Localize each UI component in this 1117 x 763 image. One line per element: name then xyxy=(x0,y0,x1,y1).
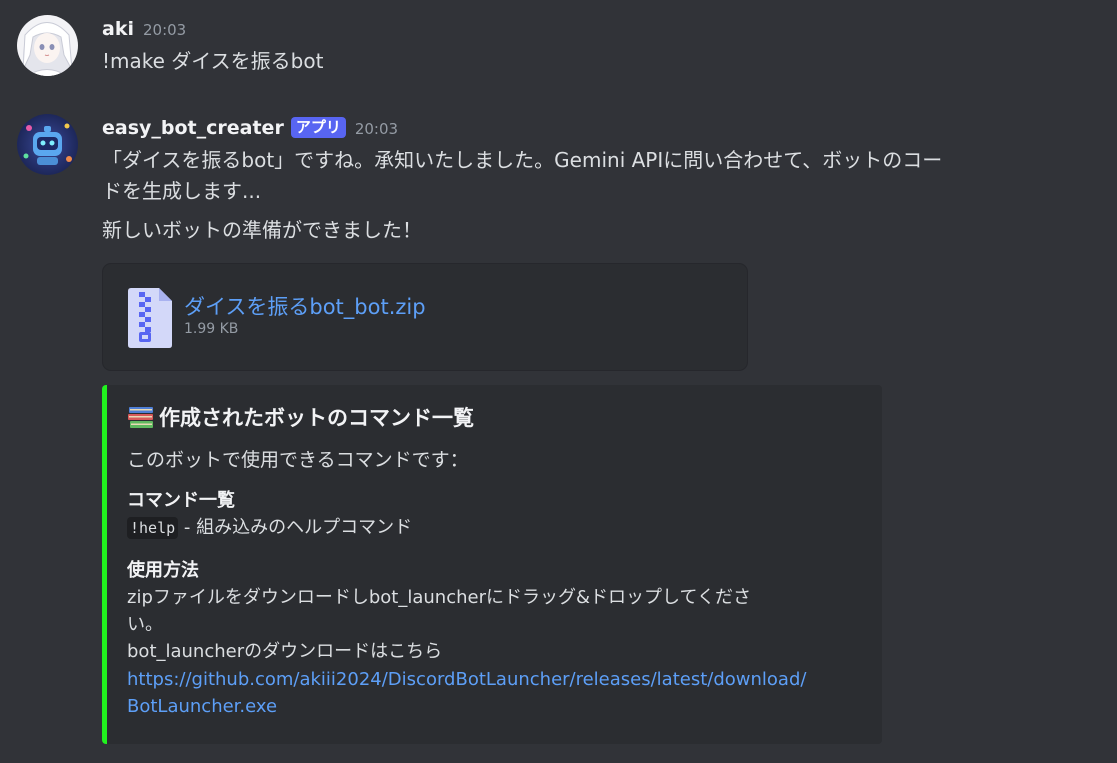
username[interactable]: aki xyxy=(102,18,134,40)
code-inline: !help xyxy=(127,517,179,539)
download-link[interactable]: https://github.com/akiii2024/DiscordBotL… xyxy=(127,666,806,693)
usage-line: い。 xyxy=(127,614,163,635)
message-line: 新しいボットの準備ができました！ xyxy=(102,218,422,242)
download-link[interactable]: BotLauncher.exe xyxy=(127,693,277,720)
timestamp[interactable]: 20:03 xyxy=(143,21,186,39)
command-description: - 組み込みのヘルプコマンド xyxy=(178,517,413,538)
app-badge: アプリ xyxy=(290,117,346,138)
field-name-usage: 使用方法 xyxy=(127,560,199,581)
embed-title-text: 作成されたボットのコマンド一覧 xyxy=(159,406,474,430)
usage-line: bot_launcherのダウンロードはこちら xyxy=(127,641,443,662)
field-name-commands: コマンド一覧 xyxy=(127,490,235,511)
timestamp[interactable]: 20:03 xyxy=(355,120,398,138)
user-avatar[interactable] xyxy=(17,15,78,76)
embed-title: 作成されたボットのコマンド一覧 xyxy=(127,402,474,432)
embed: 作成されたボットのコマンド一覧 このボットで使用できるコマンドです： コマンド一… xyxy=(102,385,882,744)
file-size: 1.99 KB xyxy=(184,321,239,337)
message-header: aki 20:03 xyxy=(102,18,186,40)
username[interactable]: easy_bot_creater xyxy=(102,117,284,139)
zip-file-icon xyxy=(126,287,174,349)
message-header: easy_bot_creater アプリ 20:03 xyxy=(102,117,398,140)
embed-description: このボットで使用できるコマンドです： xyxy=(127,449,469,471)
field-value-commands: !help - 組み込みのヘルプコマンド xyxy=(127,514,412,542)
books-icon xyxy=(127,403,155,431)
file-attachment: ダイスを振るbot_bot.zip 1.99 KB xyxy=(102,263,748,371)
file-name-link[interactable]: ダイスを振るbot_bot.zip xyxy=(184,291,426,321)
message-line: 「ダイスを振るbot」ですね。承知いたしました。Gemini APIに問い合わせ… xyxy=(102,148,943,172)
message-line: ドを生成します... xyxy=(102,179,262,203)
bot-avatar[interactable] xyxy=(17,114,78,175)
message-content: !make ダイスを振るbot xyxy=(102,49,324,73)
usage-line: zipファイルをダウンロードしbot_launcherにドラッグ&ドロップしてく… xyxy=(127,587,751,608)
